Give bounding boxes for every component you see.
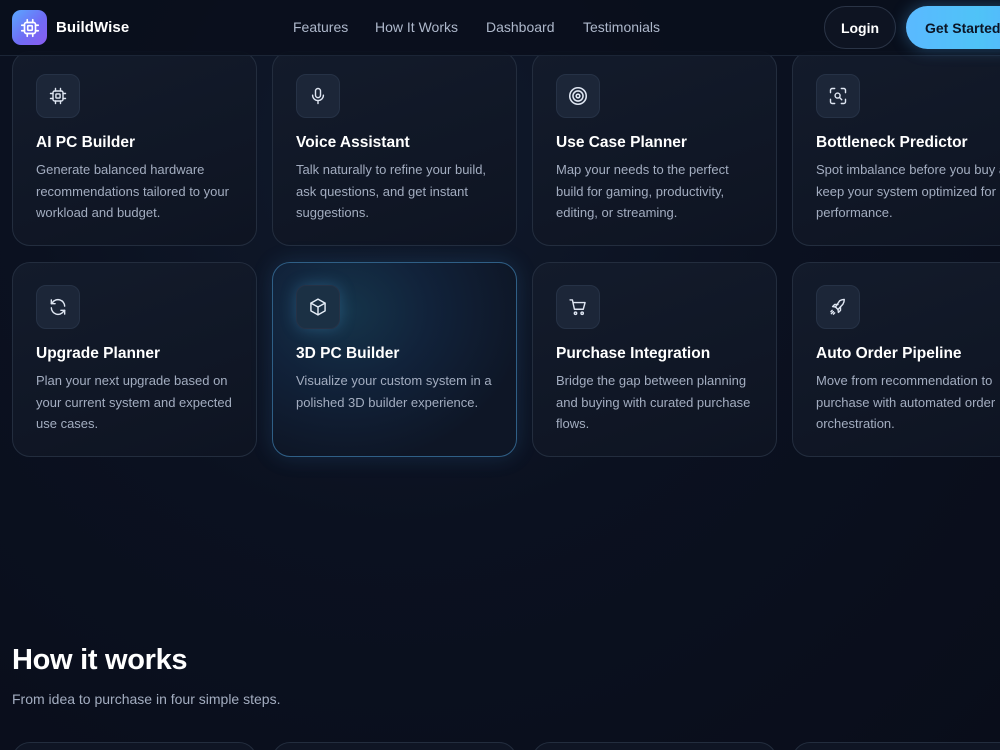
target-icon	[556, 74, 600, 118]
feature-card-auto-order-pipeline[interactable]: Auto Order Pipeline Move from recommenda…	[792, 262, 1000, 457]
scan-search-icon	[816, 74, 860, 118]
step-card	[12, 742, 257, 750]
get-started-button[interactable]: Get Started	[906, 6, 1000, 49]
page: BuildWise Features How It Works Dashboar…	[0, 0, 1000, 750]
feature-title: Auto Order Pipeline	[816, 345, 962, 362]
feature-description: Map your needs to the perfect build for …	[556, 162, 729, 220]
feature-card-bottleneck-predictor[interactable]: Bottleneck Predictor Spot imbalance befo…	[792, 51, 1000, 246]
nav-link-dashboard[interactable]: Dashboard	[486, 19, 555, 35]
feature-description: Plan your next upgrade based on your cur…	[36, 373, 232, 431]
feature-title: Use Case Planner	[556, 134, 687, 151]
step-card	[272, 742, 517, 750]
how-it-works-heading: How it works	[12, 644, 188, 676]
brand[interactable]: BuildWise	[12, 10, 129, 45]
step-card	[532, 742, 777, 750]
microphone-icon	[296, 74, 340, 118]
login-button[interactable]: Login	[824, 6, 896, 49]
feature-card-3d-pc-builder[interactable]: 3D PC Builder Visualize your custom syst…	[272, 262, 517, 457]
feature-card-upgrade-planner[interactable]: Upgrade Planner Plan your next upgrade b…	[12, 262, 257, 457]
shopping-cart-icon	[556, 285, 600, 329]
brand-name: BuildWise	[56, 19, 130, 36]
rocket-icon	[816, 285, 860, 329]
nav-link-features[interactable]: Features	[293, 19, 348, 35]
step-card	[792, 742, 1000, 750]
feature-card-voice-assistant[interactable]: Voice Assistant Talk naturally to refine…	[272, 51, 517, 246]
feature-description: Spot imbalance before you buy and keep y…	[816, 162, 1000, 220]
cpu-chip-icon	[12, 10, 47, 45]
feature-title: Upgrade Planner	[36, 345, 161, 362]
feature-description: Bridge the gap between planning and buyi…	[556, 373, 751, 431]
feature-card-use-case-planner[interactable]: Use Case Planner Map your needs to the p…	[532, 51, 777, 246]
feature-description: Move from recommendation to purchase wit…	[816, 373, 996, 431]
feature-description: Visualize your custom system in a polish…	[296, 373, 492, 410]
top-navbar: BuildWise Features How It Works Dashboar…	[0, 0, 1000, 56]
cube-icon	[296, 285, 340, 329]
feature-description: Generate balanced hardware recommendatio…	[36, 162, 229, 220]
feature-card-ai-pc-builder[interactable]: AI PC Builder Generate balanced hardware…	[12, 51, 257, 246]
feature-card-purchase-integration[interactable]: Purchase Integration Bridge the gap betw…	[532, 262, 777, 457]
cpu-chip-icon	[36, 74, 80, 118]
how-it-works-subtitle: From idea to purchase in four simple ste…	[12, 691, 281, 707]
refresh-icon	[36, 285, 80, 329]
nav-link-how-it-works[interactable]: How It Works	[375, 19, 458, 35]
feature-title: 3D PC Builder	[296, 345, 400, 362]
feature-title: Voice Assistant	[296, 134, 410, 151]
nav-link-testimonials[interactable]: Testimonials	[583, 19, 660, 35]
feature-description: Talk naturally to refine your build, ask…	[296, 162, 487, 220]
feature-title: Bottleneck Predictor	[816, 134, 968, 151]
feature-title: Purchase Integration	[556, 345, 711, 362]
feature-title: AI PC Builder	[36, 134, 136, 151]
